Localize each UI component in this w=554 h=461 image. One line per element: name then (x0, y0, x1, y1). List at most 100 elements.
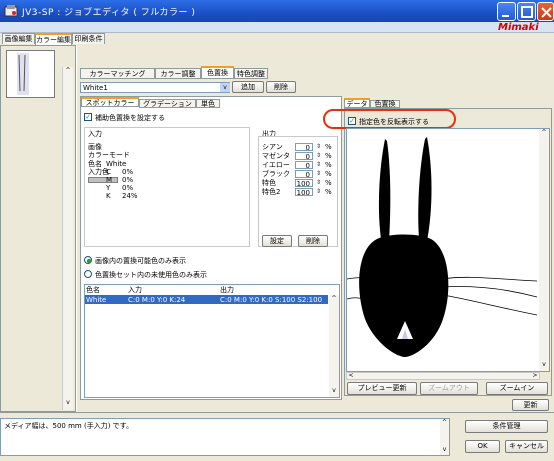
output-unit: % (325, 161, 332, 169)
preview-vscroll[interactable]: ^ v (539, 129, 549, 371)
assist-checkbox-label: 補助色置換を設定する (95, 114, 165, 122)
delete-output-button[interactable]: 削除 (298, 235, 328, 247)
rabbit-silhouette (346, 137, 538, 357)
spin-arrows-icon[interactable]: ⇕ (314, 161, 323, 169)
scroll-up-icon[interactable]: ^ (329, 295, 339, 302)
output-label-spot: 特色 (262, 179, 276, 187)
add-button[interactable]: 追加 (232, 81, 264, 93)
tab-image-edit[interactable]: 画像編集 (2, 33, 35, 44)
cancel-button[interactable]: キャンセル (505, 440, 548, 453)
output-label-magenta: マゼンタ (262, 152, 290, 160)
close-button[interactable] (537, 2, 554, 21)
table-row[interactable]: White C:0 M:0 Y:0 K:24 C:0 M:0 Y:0 K:0 S… (85, 295, 328, 304)
color-set-value: White1 (83, 84, 108, 92)
scroll-up-icon[interactable]: ^ (539, 129, 549, 136)
color-name-value: White (106, 160, 127, 168)
chevron-down-icon[interactable]: v (220, 83, 230, 92)
row-color-name: White (86, 296, 107, 304)
scroll-right-icon[interactable]: > (531, 372, 539, 379)
output-yellow-input[interactable]: 0 (295, 161, 313, 170)
thumbnail-image[interactable] (6, 50, 55, 98)
cmyk-c-value: 0% (122, 168, 134, 176)
scroll-down-icon[interactable]: v (440, 446, 449, 453)
tab-color-adjust[interactable]: カラー調整 (155, 68, 201, 79)
window-title: JV3-SP : ジョブエディタ ( フルカラー ) (22, 8, 196, 18)
tab-color-edit[interactable]: カラー編集 (35, 33, 72, 45)
scroll-up-icon[interactable]: ^ (440, 419, 449, 426)
tab-color-matching[interactable]: カラーマッチング (80, 68, 155, 79)
brand-bar (0, 22, 554, 33)
spin-arrows-icon[interactable]: ⇕ (314, 143, 323, 151)
image-label: 画像 (88, 143, 102, 151)
input-color-swatch (88, 177, 118, 183)
output-black-input[interactable]: 0 (295, 170, 313, 179)
preview-canvas[interactable]: ^ v (346, 128, 550, 372)
preview-update-button[interactable]: プレビュー更新 (347, 382, 417, 395)
cmyk-y-channel: Y (106, 184, 111, 192)
scroll-down-icon[interactable]: v (329, 387, 339, 394)
top-tab-bar: 画像編集 カラー編集 印刷条件 (0, 33, 554, 45)
delete-set-button[interactable]: 削除 (266, 81, 296, 93)
tab-gradation[interactable]: グラデーション (139, 99, 196, 108)
tab-print-conditions[interactable]: 印刷条件 (72, 33, 105, 44)
radio-unused-only[interactable] (84, 270, 92, 278)
color-set-select[interactable]: White1 v (80, 82, 230, 93)
minimize-button[interactable] (497, 2, 516, 21)
output-spot-input[interactable]: 100 (295, 179, 313, 188)
assist-checkbox[interactable]: ✓ (84, 113, 92, 121)
cmyk-c-channel: C (106, 168, 111, 176)
tab-color-replace-preview[interactable]: 色置換 (370, 100, 400, 108)
tab-color-replace[interactable]: 色置換 (201, 66, 234, 79)
zoom-out-button[interactable]: ズームアウト (420, 382, 478, 395)
output-unit: % (325, 170, 332, 178)
spin-arrows-icon[interactable]: ⇕ (314, 152, 323, 160)
list-scrollbar[interactable]: ^ v (329, 295, 339, 397)
color-mode-label: カラーモード (88, 151, 130, 159)
spin-arrows-icon[interactable]: ⇕ (314, 170, 323, 178)
scroll-down-icon[interactable]: v (63, 399, 73, 409)
scroll-left-icon[interactable]: < (347, 372, 355, 379)
status-message: メディア幅は、500 mm (手入力) です。 (4, 422, 133, 430)
cmyk-m-value: 0% (122, 176, 134, 184)
input-header: 入力 (88, 130, 102, 138)
status-message-box: メディア幅は、500 mm (手入力) です。 ^ v (0, 418, 450, 456)
output-unit: % (325, 152, 332, 160)
color-name-label: 色名 (88, 160, 102, 168)
output-label-cyan: シアン (262, 143, 283, 151)
output-unit: % (325, 179, 332, 187)
output-magenta-input[interactable]: 0 (295, 152, 313, 161)
list-header-input: 入力 (128, 286, 142, 294)
brand-logo: Mimaki (498, 22, 539, 33)
cmyk-m-channel: M (106, 176, 113, 184)
status-scrollbar[interactable]: ^ v (440, 419, 449, 455)
maximize-button[interactable] (517, 2, 536, 21)
tab-spot-adjust[interactable]: 特色調整 (234, 68, 268, 79)
scroll-down-icon[interactable]: v (539, 361, 549, 368)
highlight-oval (323, 109, 456, 129)
output-spot2-input[interactable]: 100 (295, 188, 313, 197)
spin-arrows-icon[interactable]: ⇕ (314, 179, 323, 187)
set-button[interactable]: 設定 (262, 235, 292, 247)
spin-arrows-icon[interactable]: ⇕ (314, 188, 323, 196)
refresh-button[interactable]: 更新 (512, 399, 549, 411)
radio-unused-label: 色置換セット内の未使用色のみ表示 (95, 271, 207, 279)
zoom-in-button[interactable]: ズームイン (486, 382, 548, 395)
row-output-value: C:0 M:0 Y:0 K:0 S:100 S2:100 (220, 296, 323, 304)
output-cyan-input[interactable]: 0 (295, 143, 313, 152)
output-label-black: ブラック (262, 170, 290, 178)
radio-replaceable-only[interactable] (84, 256, 92, 264)
output-label-spot2: 特色2 (262, 188, 281, 196)
cmyk-k-channel: K (106, 192, 111, 200)
preview-hscroll[interactable]: < > (346, 372, 540, 380)
scroll-up-icon[interactable]: ^ (63, 67, 73, 77)
tab-data[interactable]: データ (344, 98, 370, 108)
radio-replaceable-label: 画像内の置換可能色のみ表示 (95, 257, 186, 265)
ok-button[interactable]: OK (465, 440, 500, 453)
condition-management-button[interactable]: 条件管理 (465, 420, 548, 433)
list-header-name: 色名 (86, 286, 100, 294)
thumbnail-scrollbar[interactable]: ^ v (62, 67, 73, 410)
output-unit: % (325, 188, 332, 196)
tab-single-color[interactable]: 単色 (196, 99, 220, 108)
tab-spot-color[interactable]: スポットカラー (81, 97, 139, 107)
list-header-output: 出力 (220, 286, 234, 294)
